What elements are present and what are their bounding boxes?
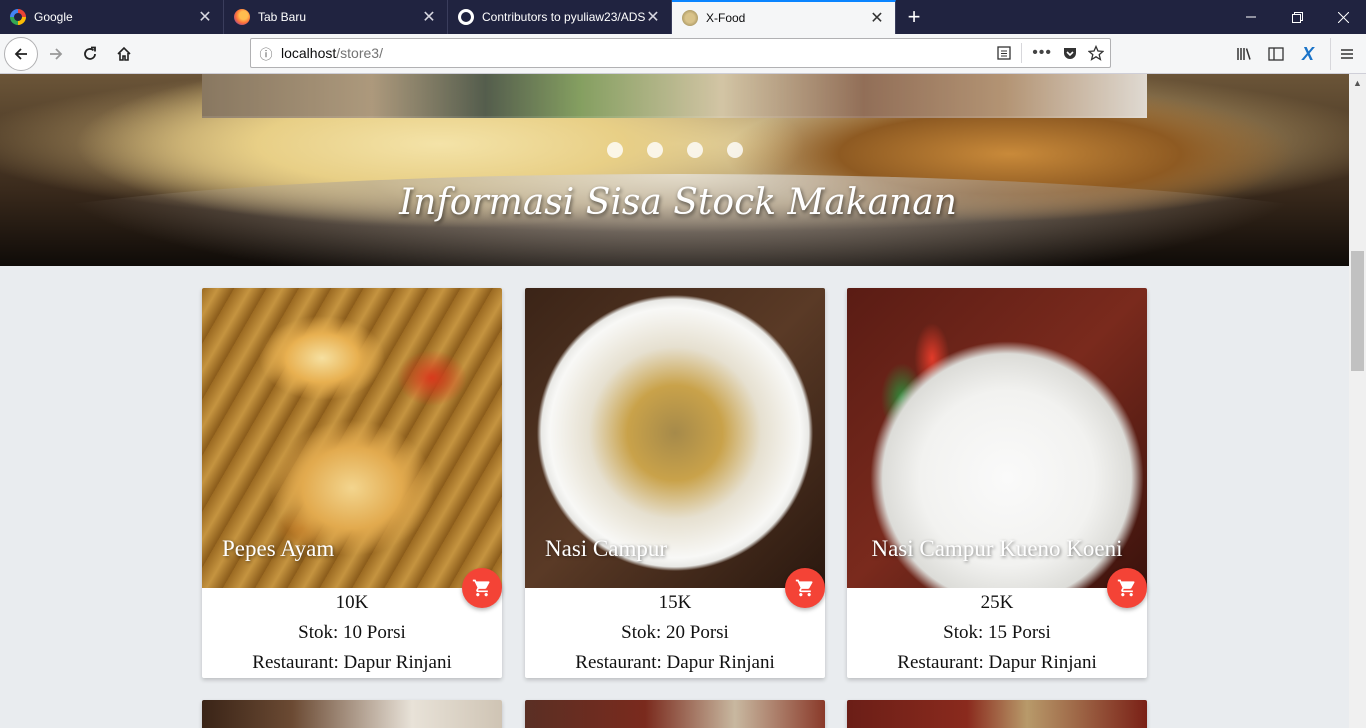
cart-icon: [795, 579, 813, 597]
add-to-cart-button[interactable]: [1107, 568, 1147, 608]
product-name: Pepes Ayam: [222, 536, 335, 561]
page-viewport: Informasi Sisa Stock Makanan Pepes Ayam …: [0, 74, 1349, 728]
divider: [1021, 43, 1023, 63]
product-card: [202, 700, 502, 728]
pocket-icon[interactable]: [1062, 45, 1078, 61]
add-to-cart-button[interactable]: [462, 568, 502, 608]
tab-label: X-Food: [706, 11, 746, 25]
reload-icon: [84, 46, 96, 60]
extension-x-button[interactable]: X: [1292, 38, 1324, 70]
carousel-indicator[interactable]: [647, 142, 663, 158]
sidebar-icon: [1268, 47, 1284, 61]
close-window-icon[interactable]: [1320, 0, 1366, 34]
close-icon[interactable]: ✕: [197, 7, 213, 27]
restore-icon[interactable]: [1274, 0, 1320, 34]
hero-caption: Informasi Sisa Stock Makanan: [399, 182, 957, 223]
forward-arrow-icon: [50, 47, 63, 60]
url-path: /store3/: [336, 45, 383, 61]
product-stock: Stok: 15 Porsi: [943, 622, 1051, 643]
back-arrow-icon: [14, 47, 27, 60]
product-card: [525, 700, 825, 728]
product-image: Nasi Campur: [525, 288, 825, 588]
cart-icon: [1117, 579, 1135, 597]
reload-button[interactable]: [74, 38, 106, 70]
tab-label: Contributors to pyuliaw23/ADS: [482, 10, 645, 24]
add-to-cart-button[interactable]: [785, 568, 825, 608]
window-controls: [1228, 0, 1366, 34]
hamburger-icon: [1340, 49, 1353, 59]
product-details: 25K Stok: 15 Porsi Restaurant: Dapur Rin…: [847, 588, 1147, 678]
reader-view-icon[interactable]: [997, 46, 1011, 60]
tab-xfood[interactable]: X-Food ✕: [672, 0, 896, 34]
tab-github[interactable]: Contributors to pyuliaw23/ADS ✕: [448, 0, 672, 34]
carousel-indicator[interactable]: [607, 142, 623, 158]
product-name: Nasi Campur Kueno Koeni: [871, 536, 1123, 561]
product-restaurant: Restaurant: Dapur Rinjani: [897, 652, 1097, 673]
product-restaurant: Restaurant: Dapur Rinjani: [575, 652, 775, 673]
address-bar[interactable]: ⓘ localhost/store3/ •••: [250, 38, 1111, 68]
product-card: Nasi Campur 15K Stok: 20 Porsi Restauran…: [525, 288, 825, 678]
product-image: [202, 700, 502, 728]
vertical-scrollbar[interactable]: ▲: [1349, 74, 1366, 728]
tab-new[interactable]: Tab Baru ✕: [224, 0, 448, 34]
product-card: Pepes Ayam 10K Stok: 10 Porsi Restaurant…: [202, 288, 502, 678]
carousel-indicators: [607, 142, 743, 158]
product-stock: Stok: 10 Porsi: [298, 622, 406, 643]
home-button[interactable]: [108, 38, 140, 70]
close-icon[interactable]: ✕: [869, 8, 885, 28]
toolbar-right: X: [1228, 34, 1366, 74]
product-name: Nasi Campur: [545, 536, 668, 561]
url-host: localhost: [281, 45, 337, 61]
carousel-slide-image: [202, 74, 1147, 118]
minimize-icon[interactable]: [1228, 0, 1274, 34]
forward-button[interactable]: [40, 38, 72, 70]
product-details: 10K Stok: 10 Porsi Restaurant: Dapur Rin…: [202, 588, 502, 678]
sidebar-toggle-button[interactable]: [1260, 38, 1292, 70]
github-icon: [458, 9, 474, 25]
google-icon: [10, 9, 26, 25]
tab-label: Google: [34, 10, 73, 24]
product-price: 25K: [980, 592, 1014, 613]
scrollbar-thumb[interactable]: [1351, 251, 1364, 371]
site-info-icon[interactable]: ⓘ: [251, 44, 281, 63]
product-details: 15K Stok: 20 Porsi Restaurant: Dapur Rin…: [525, 588, 825, 678]
product-card: Nasi Campur Kueno Koeni 25K Stok: 15 Por…: [847, 288, 1147, 678]
cart-icon: [472, 579, 490, 597]
product-image: [847, 700, 1147, 728]
new-tab-button[interactable]: +: [896, 0, 932, 34]
product-card: [847, 700, 1147, 728]
menu-button[interactable]: [1330, 38, 1362, 70]
product-stock: Stok: 20 Porsi: [621, 622, 729, 643]
carousel-indicator[interactable]: [727, 142, 743, 158]
product-price: 10K: [335, 592, 369, 613]
x-extension-icon: X: [1301, 43, 1314, 64]
url-actions: •••: [997, 39, 1104, 67]
close-icon[interactable]: ✕: [645, 7, 661, 27]
product-restaurant: Restaurant: Dapur Rinjani: [252, 652, 452, 673]
product-image: Pepes Ayam: [202, 288, 502, 588]
library-button[interactable]: [1228, 38, 1260, 70]
tab-bar: Google ✕ Tab Baru ✕ Contributors to pyul…: [0, 0, 1366, 34]
hero-banner: Informasi Sisa Stock Makanan: [0, 74, 1349, 266]
product-image: [525, 700, 825, 728]
navigation-toolbar: ⓘ localhost/store3/ ••• X: [0, 34, 1366, 74]
page-actions-icon[interactable]: •••: [1032, 44, 1052, 62]
carousel-indicator[interactable]: [687, 142, 703, 158]
bookmark-star-icon[interactable]: [1088, 45, 1104, 61]
tab-google[interactable]: Google ✕: [0, 0, 224, 34]
home-icon: [117, 46, 131, 61]
product-price: 15K: [658, 592, 692, 613]
close-icon[interactable]: ✕: [421, 7, 437, 27]
product-image: Nasi Campur Kueno Koeni: [847, 288, 1147, 588]
back-button[interactable]: [4, 36, 38, 71]
tab-label: Tab Baru: [258, 10, 307, 24]
firefox-icon: [234, 9, 250, 25]
xfood-icon: [682, 10, 698, 26]
scroll-up-icon[interactable]: ▲: [1349, 74, 1366, 91]
library-icon: [1237, 48, 1251, 60]
